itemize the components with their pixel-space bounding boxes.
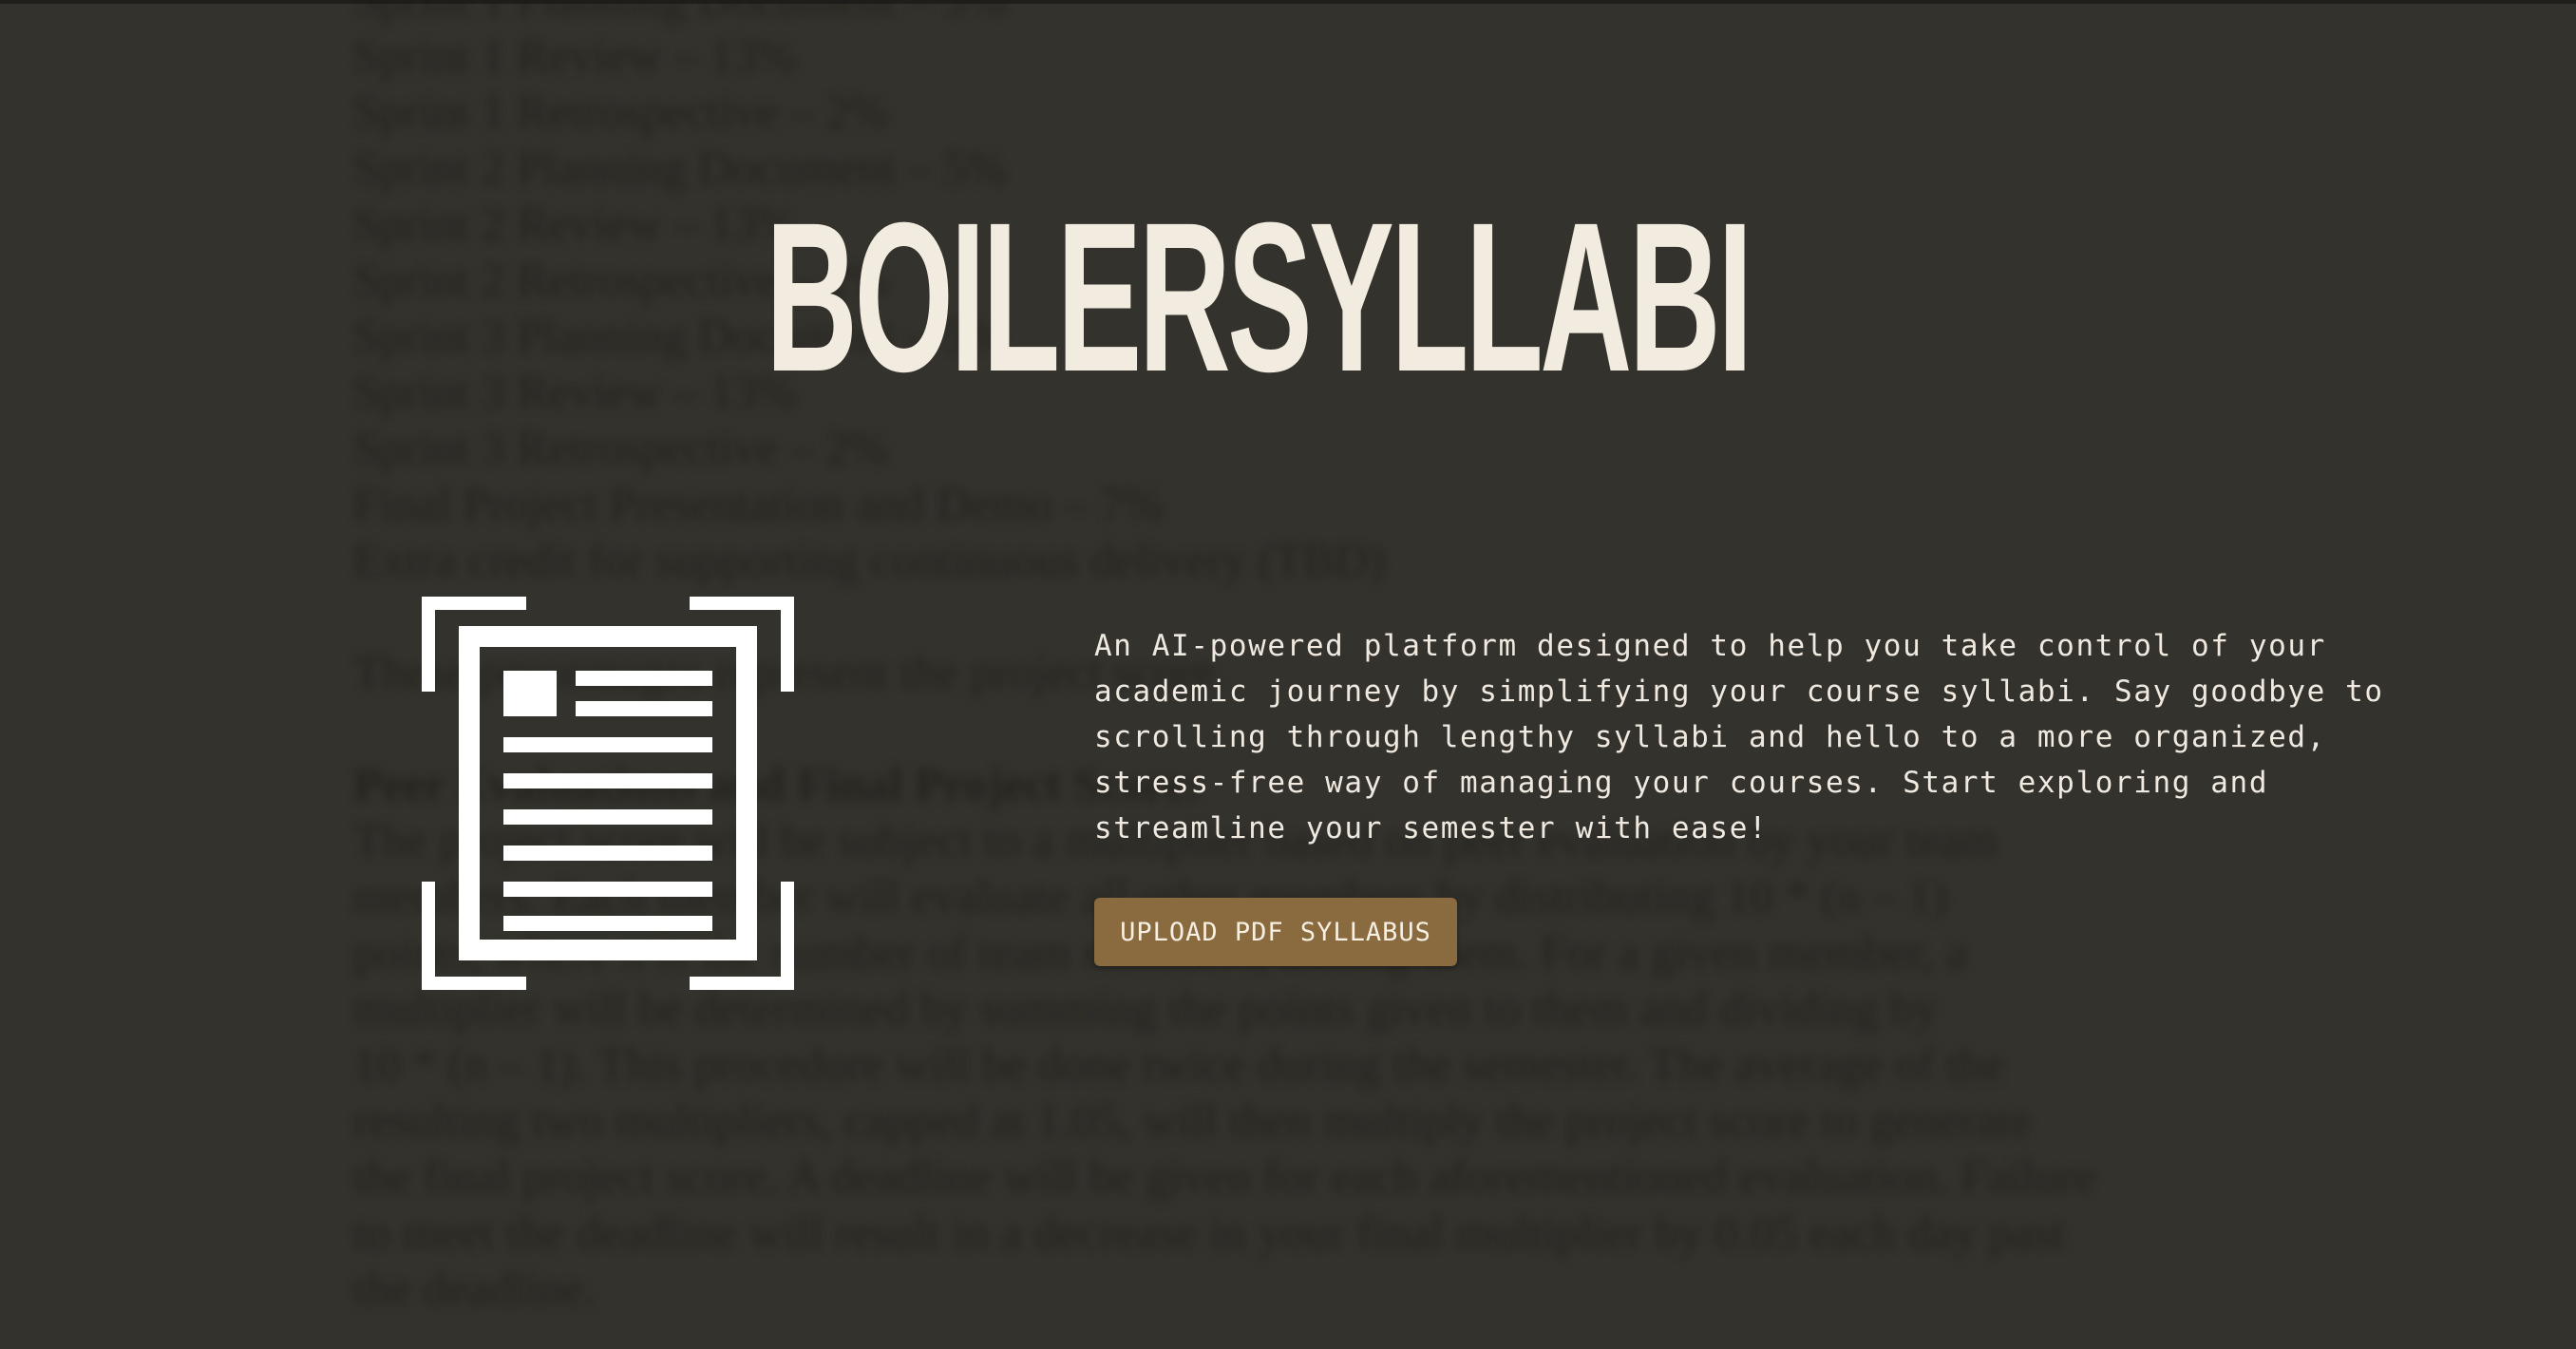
app-description: An AI-powered platform designed to help …: [1094, 629, 2384, 846]
background-doc-line: Sprint 1 Planning Document – 5%: [353, 0, 2253, 28]
background-doc-line: Sprint 1 Retrospective – 2%: [353, 85, 889, 138]
upload-pdf-button[interactable]: UPLOAD PDF SYLLABUS: [1094, 898, 1457, 966]
background-doc-line: to meet the deadline will result in a de…: [353, 1206, 2066, 1259]
background-doc-line: Extra credit for supporting continuous d…: [353, 533, 1385, 586]
background-doc-line: Final Project Presentation and Demo – 7%: [353, 477, 1164, 530]
document-scan-icon: [422, 597, 794, 990]
background-doc-line: Sprint 1 Review – 13%: [353, 28, 797, 82]
background-doc-line: 10 * (n – 1). This procedure will be don…: [353, 1037, 2004, 1091]
background-doc-line: Sprint 3 Retrospective – 2%: [353, 421, 889, 474]
background-doc-line: resulting two multipliers, capped at 1.0…: [353, 1093, 2032, 1147]
background-doc-line: the deadline.: [353, 1262, 597, 1315]
background-doc-line: the final project score. A deadline will…: [353, 1150, 2096, 1203]
app-title: BOILERSYLLABI: [766, 179, 1752, 416]
